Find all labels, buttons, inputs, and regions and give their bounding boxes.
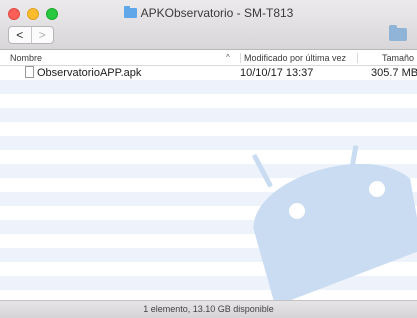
- document-icon: [25, 66, 34, 78]
- forward-button[interactable]: >: [30, 27, 54, 43]
- list-row-background: [0, 136, 417, 150]
- list-row-background: [0, 80, 417, 94]
- folder-icon: [123, 6, 137, 18]
- file-name: ObservatorioAPP.apk: [37, 67, 142, 79]
- list-row-background: [0, 192, 417, 206]
- list-row-background: [0, 276, 417, 290]
- file-size: 305.7 MB: [371, 67, 417, 79]
- column-size-header[interactable]: Tamaño: [357, 53, 417, 63]
- list-row-background: [0, 150, 417, 164]
- forward-label: >: [38, 28, 46, 42]
- navigation-buttons: < >: [8, 26, 54, 44]
- list-row-background: [0, 220, 417, 234]
- list-row-background: [0, 108, 417, 122]
- window-title: APKObservatorio - SM-T813: [0, 6, 417, 20]
- file-list: ObservatorioAPP.apk 10/10/17 13:37 305.7…: [0, 66, 417, 300]
- list-row-background: [0, 206, 417, 220]
- finder-window: APKObservatorio - SM-T813 < > Nombre ^ M…: [0, 0, 417, 318]
- list-row-background: [0, 234, 417, 248]
- status-bar: 1 elemento, 13.10 GB disponible: [0, 300, 417, 318]
- list-row-background: [0, 122, 417, 136]
- list-row-background: [0, 164, 417, 178]
- folder-action-icon[interactable]: [389, 25, 407, 41]
- window-title-text: APKObservatorio - SM-T813: [140, 6, 294, 20]
- back-button[interactable]: <: [9, 27, 31, 43]
- list-row-background: [0, 178, 417, 192]
- list-row-background: [0, 262, 417, 276]
- file-modified-date: 10/10/17 13:37: [240, 67, 314, 79]
- back-label: <: [16, 28, 24, 42]
- title-bar: APKObservatorio - SM-T813 < >: [0, 0, 417, 50]
- status-text: 1 elemento, 13.10 GB disponible: [143, 304, 274, 314]
- file-row[interactable]: ObservatorioAPP.apk 10/10/17 13:37 305.7…: [0, 66, 417, 80]
- column-header: Nombre ^ Modificado por última vez Tamañ…: [0, 51, 417, 66]
- sort-chevron-up-icon: ^: [226, 53, 230, 62]
- list-row-background: [0, 248, 417, 262]
- column-name-header[interactable]: Nombre: [10, 53, 42, 63]
- list-row-background: [0, 94, 417, 108]
- column-modified-header[interactable]: Modificado por última vez: [240, 53, 346, 63]
